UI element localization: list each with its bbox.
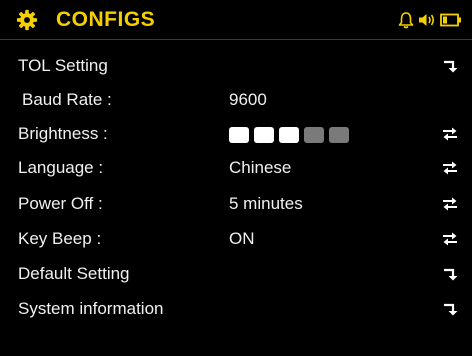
setting-label: Default Setting [18, 264, 130, 283]
header-bar: CONFIGS [0, 0, 472, 40]
setting-value: ON [229, 229, 255, 248]
setting-row-key-beep[interactable]: Key Beep : ON [0, 223, 472, 257]
enter-arrow-icon[interactable] [442, 301, 458, 317]
battery-icon [440, 13, 461, 27]
brightness-segment [229, 127, 249, 143]
brightness-segment [254, 127, 274, 143]
speaker-icon [419, 14, 435, 26]
page-title: CONFIGS [56, 8, 156, 31]
setting-row-baud-rate[interactable]: Baud Rate : 9600 [0, 84, 472, 118]
status-icons [398, 10, 462, 30]
setting-label: System information [18, 299, 164, 318]
swap-arrows-icon[interactable] [442, 160, 458, 176]
brightness-segment [279, 127, 299, 143]
brightness-level-indicator[interactable] [229, 127, 349, 143]
setting-value: 9600 [229, 90, 267, 109]
setting-label: Power Off : [18, 194, 103, 213]
setting-label: Key Beep : [18, 229, 102, 248]
configs-screen: CONFIGS TOL Setting Baud Rate: 9600 Bri… [0, 0, 472, 356]
swap-arrows-icon[interactable] [442, 126, 458, 142]
brightness-segment [304, 127, 324, 143]
setting-label: Brightness : [18, 124, 108, 143]
enter-arrow-icon[interactable] [442, 266, 458, 282]
setting-value: 5 minutes [229, 194, 303, 213]
setting-value: Chinese [229, 158, 292, 177]
setting-row-language[interactable]: Language : Chinese [0, 152, 472, 186]
setting-row-system-information[interactable]: System information [0, 293, 472, 327]
bell-icon [398, 12, 414, 29]
setting-label: Language : [18, 158, 104, 177]
setting-row-tol[interactable]: TOL Setting [0, 50, 472, 84]
setting-row-power-off[interactable]: Power Off : 5 minutes [0, 188, 472, 222]
enter-arrow-icon[interactable] [442, 58, 458, 74]
setting-row-default-setting[interactable]: Default Setting [0, 258, 472, 292]
setting-label: TOL Setting [18, 56, 108, 75]
swap-arrows-icon[interactable] [442, 231, 458, 247]
gear-icon [16, 9, 38, 31]
setting-label: Baud Rate : [22, 90, 112, 109]
brightness-segment [329, 127, 349, 143]
swap-arrows-icon[interactable] [442, 196, 458, 212]
setting-row-brightness[interactable]: Brightness : [0, 118, 472, 152]
